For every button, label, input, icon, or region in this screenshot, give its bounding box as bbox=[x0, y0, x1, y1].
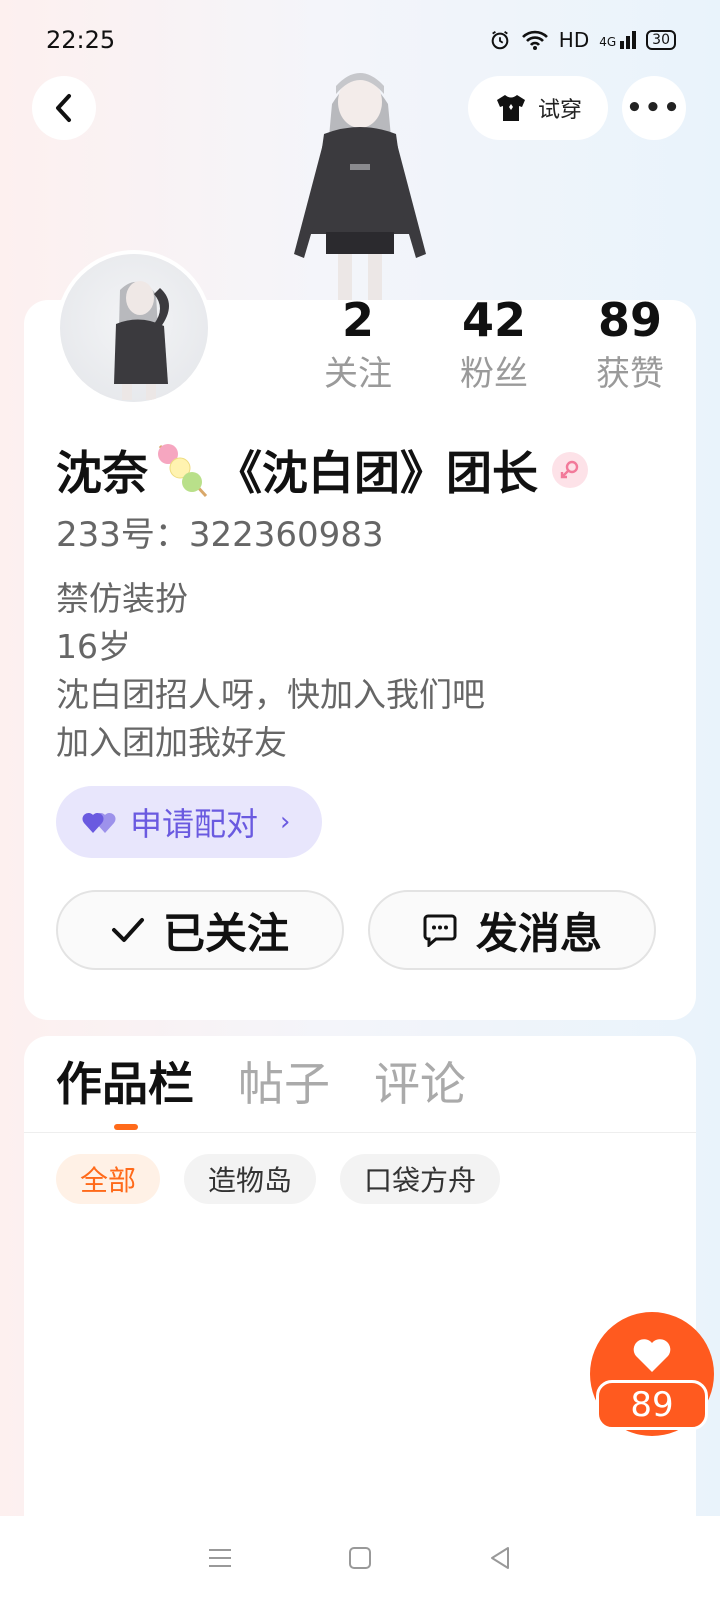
stats-row: 2 关注 42 粉丝 89 获赞 bbox=[290, 292, 698, 396]
tab-works-label: 作品栏 bbox=[56, 1057, 194, 1111]
stat-likes[interactable]: 89 获赞 bbox=[562, 292, 698, 396]
send-message-button[interactable]: 发消息 bbox=[368, 890, 656, 970]
hearts-icon bbox=[82, 812, 116, 833]
avatar-figure bbox=[114, 281, 169, 400]
network-label: HD bbox=[558, 28, 590, 52]
profile-name: 沈奈 《沈白团》团长 bbox=[56, 440, 588, 500]
bio-line: 16岁 bbox=[56, 627, 131, 666]
alarm-icon bbox=[491, 30, 509, 50]
name-title: 《沈白团》团长 bbox=[216, 446, 538, 500]
signal-icon: 4G bbox=[599, 31, 637, 49]
back-nav-icon[interactable] bbox=[486, 1544, 514, 1572]
tab-comments[interactable]: 评论 bbox=[374, 1052, 466, 1116]
chevron-right-icon: › bbox=[280, 807, 291, 837]
more-button[interactable]: ••• bbox=[622, 76, 686, 140]
bio-line: 禁仿装扮 bbox=[56, 579, 188, 618]
chevron-left-icon bbox=[56, 94, 71, 122]
message-icon bbox=[423, 914, 457, 947]
back-button[interactable] bbox=[32, 76, 96, 140]
filter-all[interactable]: 全部 bbox=[56, 1154, 161, 1204]
apply-match-button[interactable]: 申请配对 › bbox=[56, 786, 322, 858]
try-on-button[interactable]: 试穿 bbox=[468, 76, 608, 140]
stat-following-label: 关注 bbox=[324, 354, 392, 394]
signal-type: 4G bbox=[599, 35, 617, 49]
stat-followers-label: 粉丝 bbox=[460, 354, 528, 394]
tshirt-icon bbox=[496, 95, 525, 121]
user-id: 233号：322360983 bbox=[56, 515, 384, 555]
bio-line: 加入团加我好友 bbox=[56, 723, 287, 762]
stat-followers[interactable]: 42 粉丝 bbox=[426, 292, 562, 396]
avatar[interactable] bbox=[56, 250, 212, 406]
tabs-divider bbox=[24, 1132, 696, 1133]
female-icon bbox=[552, 452, 588, 488]
stat-likes-value: 89 bbox=[597, 293, 662, 347]
tab-comments-label: 评论 bbox=[374, 1057, 466, 1111]
heart-icon bbox=[633, 1339, 671, 1372]
content-card: 作品栏 帖子 评论 全部 造物岛 口袋方舟 bbox=[24, 1036, 696, 1516]
tab-posts[interactable]: 帖子 bbox=[238, 1052, 330, 1116]
stat-following-value: 2 bbox=[341, 293, 374, 347]
tab-active-indicator bbox=[114, 1124, 138, 1130]
content-tabs: 作品栏 帖子 评论 bbox=[56, 1052, 466, 1130]
more-icon: ••• bbox=[626, 93, 682, 123]
following-label: 已关注 bbox=[162, 908, 289, 958]
apply-match-label: 申请配对 bbox=[130, 805, 259, 843]
status-time: 22:25 bbox=[46, 26, 116, 54]
filter-pocket-ark[interactable]: 口袋方舟 bbox=[340, 1154, 501, 1204]
following-button[interactable]: 已关注 bbox=[56, 890, 344, 970]
filter-creation-island[interactable]: 造物岛 bbox=[184, 1154, 317, 1204]
tab-posts-label: 帖子 bbox=[238, 1057, 330, 1111]
stat-likes-label: 获赞 bbox=[596, 354, 664, 394]
stat-following[interactable]: 2 关注 bbox=[290, 292, 426, 396]
wifi-icon bbox=[521, 30, 548, 50]
menu-icon[interactable] bbox=[206, 1546, 234, 1570]
send-message-label: 发消息 bbox=[475, 908, 602, 958]
character-figure bbox=[294, 73, 426, 302]
check-icon bbox=[111, 918, 144, 942]
dango-icon bbox=[158, 444, 208, 498]
battery-icon: 30 bbox=[646, 30, 676, 50]
bio-line: 沈白团招人呀，快加入我们吧 bbox=[56, 675, 485, 714]
name-first: 沈奈 bbox=[56, 446, 148, 500]
filter-chips: 全部 造物岛 口袋方舟 bbox=[56, 1154, 501, 1204]
tab-works[interactable]: 作品栏 bbox=[56, 1052, 194, 1130]
status-icons: HD 4G 30 bbox=[489, 28, 676, 52]
stat-followers-value: 42 bbox=[461, 293, 526, 347]
try-on-label: 试穿 bbox=[537, 98, 582, 123]
bio: 禁仿装扮 16岁 沈白团招人呀，快加入我们吧 加入团加我好友 bbox=[56, 575, 485, 767]
system-nav-bar bbox=[0, 1516, 720, 1600]
home-icon[interactable] bbox=[346, 1544, 374, 1572]
like-count-badge: 89 bbox=[596, 1380, 708, 1430]
